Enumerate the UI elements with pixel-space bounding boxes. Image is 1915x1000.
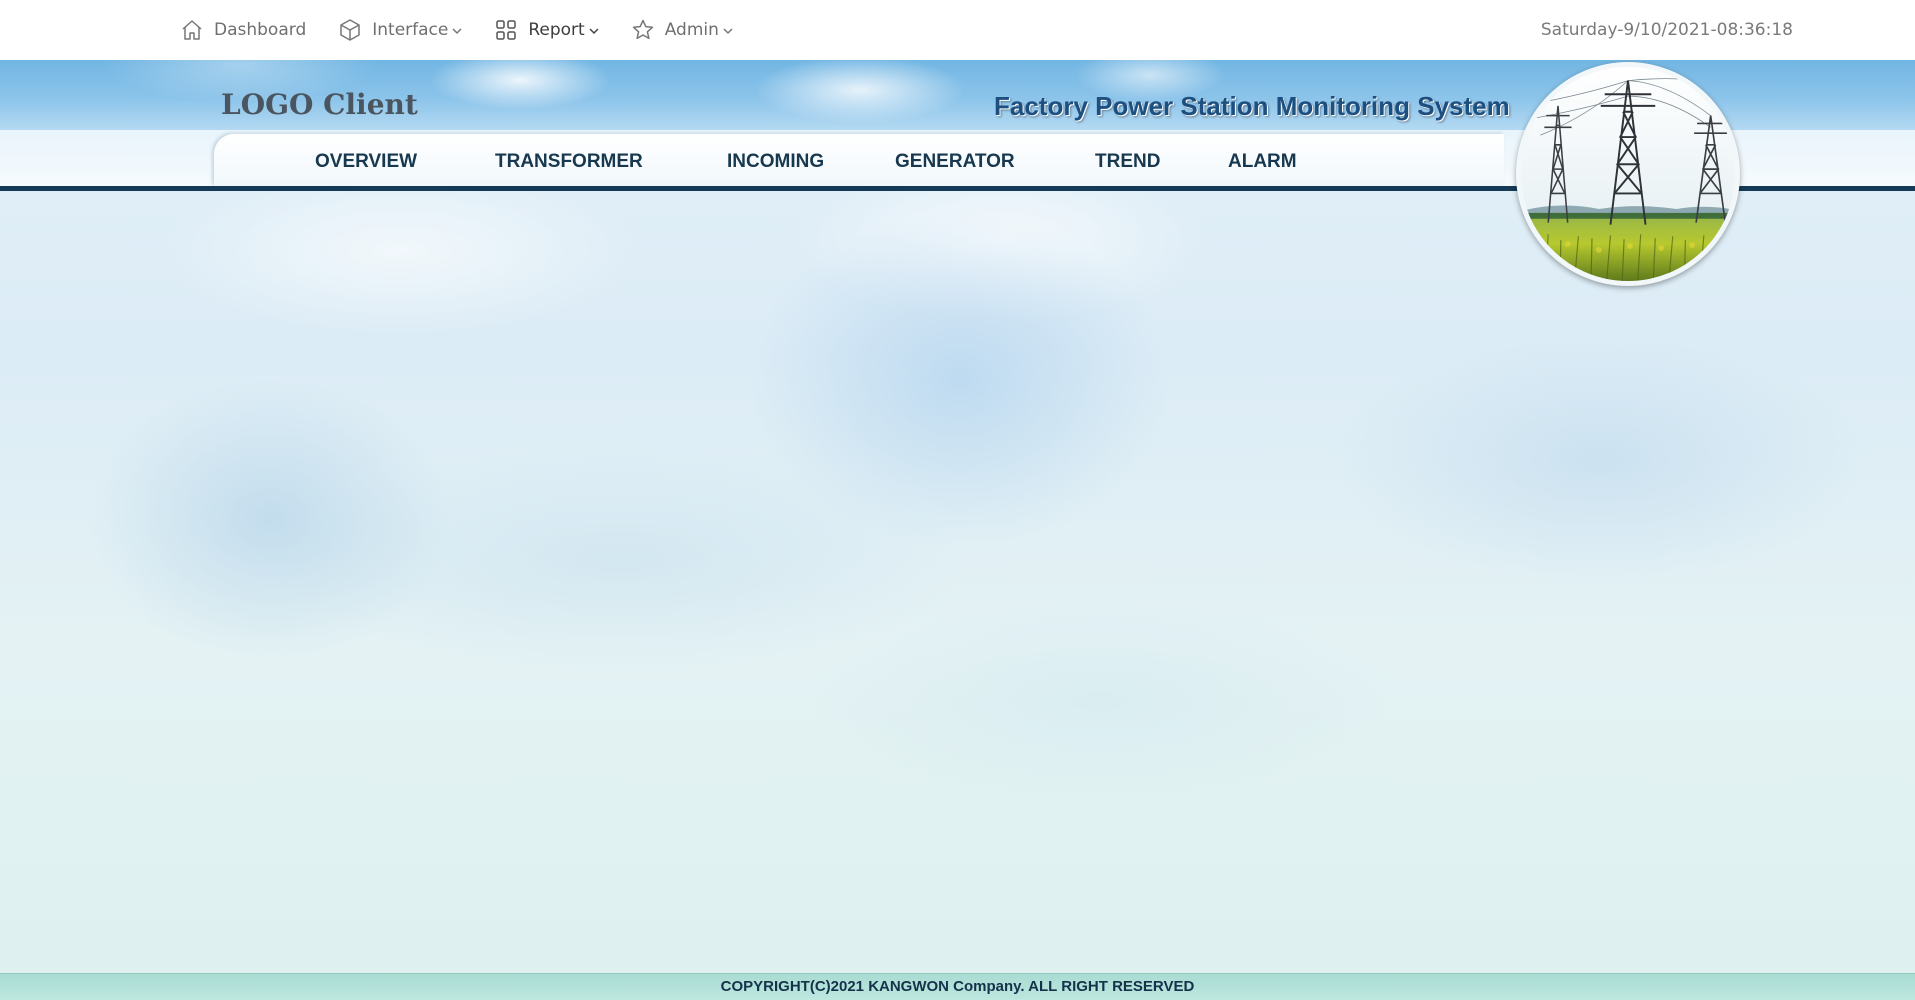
chevron-down-icon xyxy=(589,28,599,35)
nav-interface[interactable]: Interface xyxy=(338,18,462,42)
current-datetime: Saturday-9/10/2021-08:36:18 xyxy=(1540,20,1793,40)
nav-report[interactable]: Report xyxy=(494,18,599,42)
client-logo: LOGO Client xyxy=(221,88,418,121)
footer-copyright: COPYRIGHT(C)2021 KANGWON Company. ALL RI… xyxy=(0,973,1915,1000)
nav-report-label: Report xyxy=(528,20,585,40)
chevron-down-icon xyxy=(723,28,733,35)
menu-item-incoming[interactable]: INCOMING xyxy=(727,150,824,174)
cube-icon xyxy=(340,19,360,41)
star-icon xyxy=(632,19,653,40)
nav-admin[interactable]: Admin xyxy=(631,18,733,42)
nav-interface-label: Interface xyxy=(372,20,449,40)
nav-admin-label: Admin xyxy=(664,20,719,40)
grid-icon xyxy=(496,20,517,40)
nav-dashboard[interactable]: Dashboard xyxy=(180,18,306,42)
menu-item-transformer[interactable]: TRANSFORMER xyxy=(495,150,643,174)
top-navigation-bar: Dashboard Interface Report Admin Saturda… xyxy=(0,0,1915,60)
top-nav-menu: Dashboard Interface Report Admin xyxy=(180,0,765,60)
menu-item-overview[interactable]: OVERVIEW xyxy=(315,150,417,174)
home-icon xyxy=(182,20,202,40)
power-tower-field-image xyxy=(1516,62,1740,286)
menu-item-generator[interactable]: GENERATOR xyxy=(895,150,1015,174)
menu-item-alarm[interactable]: ALARM xyxy=(1228,150,1297,174)
chevron-down-icon xyxy=(452,28,462,35)
system-title: Factory Power Station Monitoring System xyxy=(994,91,1510,121)
nav-dashboard-label: Dashboard xyxy=(214,20,307,40)
menu-item-trend[interactable]: TREND xyxy=(1095,150,1160,174)
